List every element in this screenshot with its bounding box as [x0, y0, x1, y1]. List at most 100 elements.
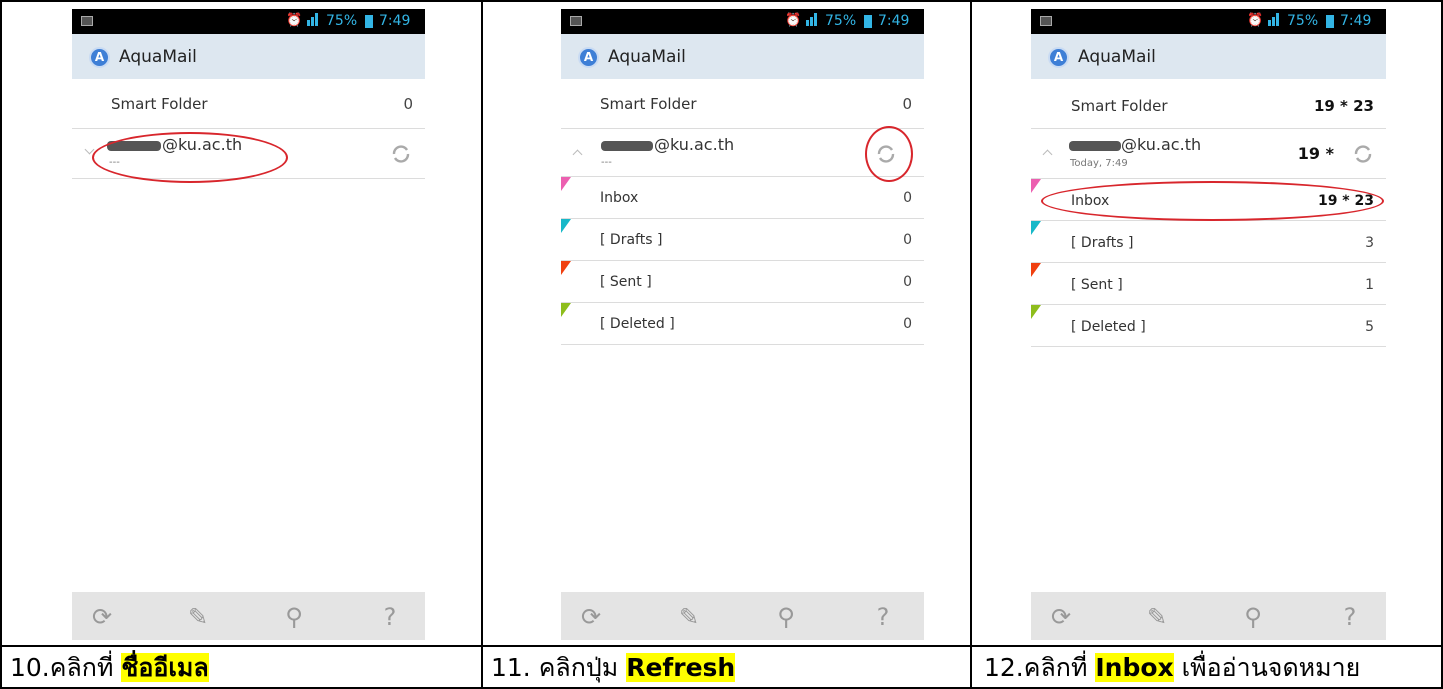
help-icon[interactable]: ? [1336, 603, 1364, 631]
pencil-icon[interactable]: ✎ [675, 603, 703, 631]
annotation-circle-refresh [865, 126, 913, 182]
aquamail-logo-icon[interactable]: A [1048, 47, 1069, 68]
account-count: 19 * [1297, 144, 1334, 163]
pencil-icon[interactable]: ✎ [1143, 603, 1171, 631]
aquamail-logo-icon[interactable]: A [578, 47, 599, 68]
folder-label: [ Drafts ] [1071, 235, 1134, 251]
phone-screen-1: ⏰ 75% 7:49 A AquaMail Smart Folder 0 @ku… [72, 9, 425, 640]
folder-row-drafts[interactable]: [ Drafts ] 3 [1031, 221, 1386, 263]
folder-label: [ Drafts ] [600, 232, 663, 248]
account-row[interactable]: @ku.ac.th Today, 7:49 19 * [1031, 129, 1386, 179]
folder-color-flag [1031, 221, 1041, 235]
account-last-sync: Today, 7:49 [1070, 158, 1128, 169]
folder-label: [ Sent ] [600, 274, 652, 290]
smart-folder-count: 0 [403, 95, 413, 113]
smart-folder-row[interactable]: Smart Folder 19 * 23 [1031, 79, 1386, 129]
battery-percent: 75% [326, 13, 358, 29]
folder-count: 0 [903, 190, 912, 206]
refresh-icon[interactable]: ⟳ [577, 603, 605, 631]
redacted-username [1069, 141, 1121, 151]
annotation-circle-inbox [1041, 181, 1384, 221]
refresh-icon[interactable] [388, 141, 414, 167]
caption-text: 11. คลิกปุ่ม [491, 653, 627, 682]
folder-row-deleted[interactable]: [ Deleted ] 0 [561, 303, 924, 345]
app-title: AquaMail [1078, 47, 1156, 67]
folder-count: 0 [903, 274, 912, 290]
clock-time: 7:49 [878, 13, 910, 29]
caption-suffix: เพื่ออ่านจดหมาย [1173, 653, 1361, 682]
folder-label: Inbox [600, 190, 639, 206]
folder-row-sent[interactable]: [ Sent ] 1 [1031, 263, 1386, 305]
action-bar: A AquaMail [561, 34, 924, 79]
folder-color-flag [561, 219, 571, 233]
clock-time: 7:49 [1340, 13, 1372, 29]
signal-icon [1268, 12, 1282, 26]
account-email: @ku.ac.th [1121, 135, 1202, 154]
account-email: @ku.ac.th [654, 135, 735, 154]
chevron-up-icon [1042, 149, 1053, 160]
battery-icon [1326, 15, 1334, 28]
search-icon[interactable]: ⚲ [280, 603, 308, 631]
caption-highlight: Refresh [626, 653, 736, 682]
folder-row-drafts[interactable]: [ Drafts ] 0 [561, 219, 924, 261]
status-bar: ⏰ 75% 7:49 [72, 9, 425, 34]
status-bar: ⏰ 75% 7:49 [561, 9, 924, 34]
folder-color-flag [561, 177, 571, 191]
battery-icon [365, 15, 373, 28]
clock-time: 7:49 [379, 13, 411, 29]
alarm-icon: ⏰ [1247, 13, 1264, 28]
action-bar: A AquaMail [1031, 34, 1386, 79]
image-icon [1040, 16, 1052, 26]
account-subtext: --- [601, 157, 612, 168]
smart-folder-label: Smart Folder [1071, 97, 1168, 115]
smart-folder-label: Smart Folder [600, 95, 697, 113]
search-icon[interactable]: ⚲ [1239, 603, 1267, 631]
folder-label: [ Sent ] [1071, 277, 1123, 293]
caption-step-11: 11. คลิกปุ่ม Refresh [491, 648, 736, 688]
caption-highlight: Inbox [1095, 653, 1174, 682]
phone-screen-2: ⏰ 75% 7:49 A AquaMail Smart Folder 0 @ku… [561, 9, 924, 640]
refresh-icon[interactable]: ⟳ [1047, 603, 1075, 631]
image-icon [81, 16, 93, 26]
folder-color-flag [1031, 263, 1041, 277]
aquamail-logo-icon[interactable]: A [89, 47, 110, 68]
app-title: AquaMail [608, 47, 686, 67]
smart-folder-label: Smart Folder [111, 95, 208, 113]
tutorial-page: ⏰ 75% 7:49 A AquaMail Smart Folder 0 @ku… [0, 0, 1443, 689]
phone-screen-3: ⏰ 75% 7:49 A AquaMail Smart Folder 19 * … [1031, 9, 1386, 640]
folder-color-flag [1031, 179, 1041, 193]
folder-row-inbox[interactable]: Inbox 0 [561, 177, 924, 219]
help-icon[interactable]: ? [376, 603, 404, 631]
smart-folder-row[interactable]: Smart Folder 0 [72, 79, 425, 129]
chevron-up-icon [572, 149, 583, 160]
image-icon [570, 16, 582, 26]
folder-count: 1 [1365, 277, 1374, 293]
refresh-icon[interactable]: ⟳ [88, 603, 116, 631]
caption-highlight: ชื่ออีเมล [121, 653, 209, 682]
folder-count: 0 [903, 232, 912, 248]
caption-step-10: 10.คลิกที่ ชื่ออีเมล [10, 648, 209, 688]
folder-row-sent[interactable]: [ Sent ] 0 [561, 261, 924, 303]
status-bar: ⏰ 75% 7:49 [1031, 9, 1386, 34]
search-icon[interactable]: ⚲ [772, 603, 800, 631]
alarm-icon: ⏰ [286, 13, 303, 28]
battery-icon [864, 15, 872, 28]
folder-label: [ Deleted ] [600, 316, 675, 332]
bottom-toolbar: ⟳ ✎ ⚲ ? [561, 592, 924, 640]
caption-text: 10.คลิกที่ [10, 653, 122, 682]
folder-count: 0 [903, 316, 912, 332]
refresh-icon[interactable] [1350, 141, 1376, 167]
annotation-circle-email [92, 132, 288, 183]
battery-percent: 75% [825, 13, 857, 29]
bottom-toolbar: ⟳ ✎ ⚲ ? [72, 592, 425, 640]
table-row-divider [0, 645, 1443, 647]
bottom-toolbar: ⟳ ✎ ⚲ ? [1031, 592, 1386, 640]
folder-label: [ Deleted ] [1071, 319, 1146, 335]
redacted-username [601, 141, 653, 151]
folder-color-flag [561, 261, 571, 275]
help-icon[interactable]: ? [869, 603, 897, 631]
alarm-icon: ⏰ [785, 13, 802, 28]
smart-folder-row[interactable]: Smart Folder 0 [561, 79, 924, 129]
folder-row-deleted[interactable]: [ Deleted ] 5 [1031, 305, 1386, 347]
pencil-icon[interactable]: ✎ [184, 603, 212, 631]
